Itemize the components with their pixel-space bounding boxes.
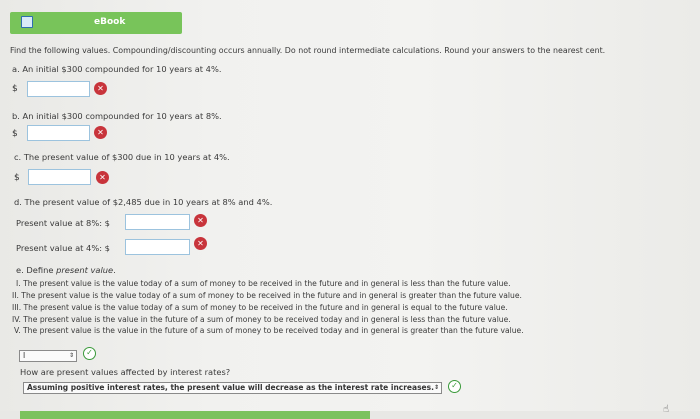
part-e-question: e. Define present value.	[16, 265, 116, 275]
part-a-currency: $	[12, 84, 18, 94]
ebook-label: eBook	[94, 17, 126, 27]
option-4: IV. The present value is the value in th…	[12, 315, 511, 324]
x-circle-icon: ✕	[94, 126, 107, 139]
select-arrows-icon: ⇕	[433, 384, 439, 391]
part-c-currency: $	[14, 173, 20, 183]
part-a-input[interactable]	[27, 81, 90, 97]
x-circle-icon: ✕	[96, 171, 109, 184]
x-circle-icon: ✕	[94, 82, 107, 95]
pv-4-input[interactable]	[125, 239, 190, 255]
pv-4-label: Present value at 4%: $	[16, 243, 110, 253]
check-circle-icon: ✓	[448, 380, 461, 393]
definition-select-value: I	[23, 351, 26, 360]
rates-answer-value: Assuming positive interest rates, the pr…	[27, 383, 434, 392]
part-b-input[interactable]	[27, 125, 90, 141]
select-arrows-icon: ⇕	[68, 352, 74, 359]
page: eBook Find the following values. Compoun…	[0, 0, 700, 419]
part-c-question: c. The present value of $300 due in 10 y…	[14, 152, 230, 162]
ebook-button[interactable]: eBook	[10, 12, 182, 34]
option-3: III. The present value is the value toda…	[12, 303, 508, 312]
rates-answer-select[interactable]: Assuming positive interest rates, the pr…	[23, 382, 442, 394]
instructions: Find the following values. Compounding/d…	[10, 46, 606, 55]
pv-8-input[interactable]	[125, 214, 190, 230]
option-2: II. The present value is the value today…	[12, 291, 522, 300]
part-a-question: a. An initial $300 compounded for 10 yea…	[12, 64, 222, 74]
check-circle-icon: ✓	[83, 347, 96, 360]
part-b-question: b. An initial $300 compounded for 10 yea…	[12, 111, 222, 121]
part-b-currency: $	[12, 129, 18, 139]
option-5: V. The present value is the value in the…	[14, 326, 524, 335]
option-1: I. The present value is the value today …	[16, 279, 511, 288]
bottom-green-bar	[20, 411, 370, 419]
rates-question: How are present values affected by inter…	[20, 367, 231, 377]
x-circle-icon: ✕	[194, 237, 207, 250]
cursor-icon: ☝	[663, 404, 670, 415]
ebook-icon	[21, 16, 33, 28]
x-circle-icon: ✕	[194, 214, 207, 227]
definition-select[interactable]: I ⇕	[19, 350, 77, 362]
pv-8-label: Present value at 8%: $	[16, 218, 110, 228]
part-d-question: d. The present value of $2,485 due in 10…	[14, 197, 273, 207]
bottom-toolbar	[0, 411, 700, 419]
part-c-input[interactable]	[28, 169, 91, 185]
